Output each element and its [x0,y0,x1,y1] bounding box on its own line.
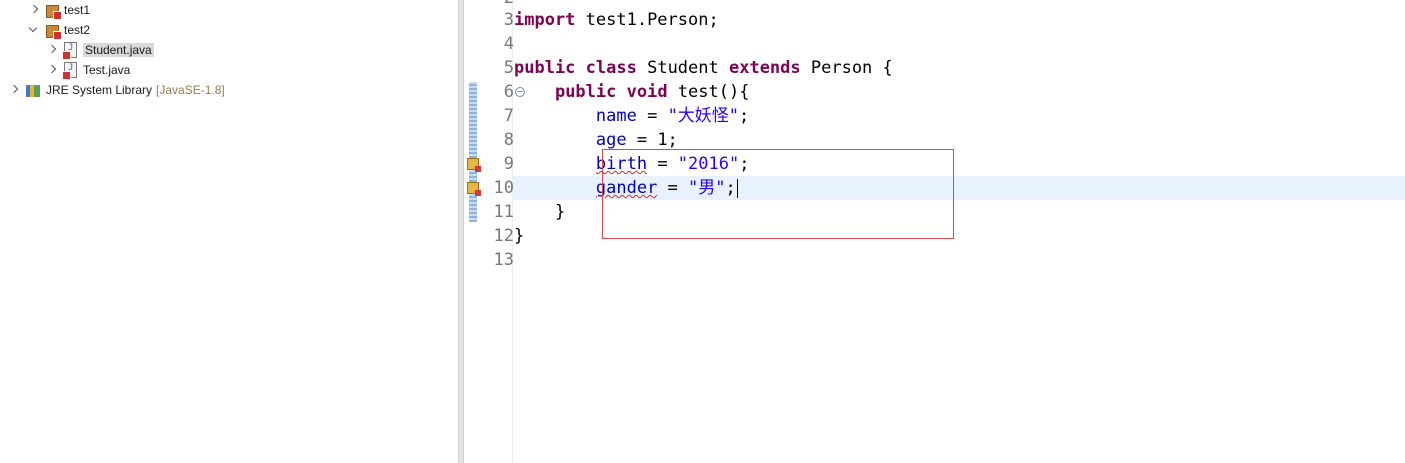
code-line-6: public void test(){ [514,80,750,104]
code-text: = [636,106,668,126]
chevron-right-icon[interactable] [46,44,58,56]
string-literal: "2016" [677,154,740,174]
line-number: 5 [503,58,514,78]
keyword: public [514,58,576,78]
string-literal: "男" [688,178,726,198]
library-icon [26,85,40,97]
line-number: 6 [503,82,514,102]
keyword: extends [728,58,801,78]
code-text: test(){ [667,82,750,102]
tree-item-label: Test.java [83,63,131,77]
line-number: 10 [493,178,514,198]
chevron-down-icon[interactable] [28,24,40,36]
chevron-right-icon[interactable] [28,4,40,16]
tree-item-test1[interactable]: test1 [28,0,90,20]
code-line-12: } [514,224,524,248]
code-text: test1.Person; [575,10,719,30]
line-number: 7 [503,106,514,126]
field-reference: age [595,130,627,150]
error-field-reference[interactable]: birth [596,154,647,174]
code-text: ; [739,106,750,126]
tree-item-test2[interactable]: test2 [28,20,90,40]
package-error-icon [46,24,62,40]
field-reference: name [595,106,637,126]
keyword: public [554,82,617,102]
java-file-error-icon [62,62,77,80]
code-text: ; [725,178,736,198]
line-number: 3 [503,10,514,30]
code-text: } [514,226,525,246]
code-text: Student [636,58,729,78]
java-editor[interactable]: 2 3 4 5 6 7 8 9 10 11 12 13 − import tes… [464,0,1405,463]
code-text: = [657,178,689,198]
keyword: void [626,82,668,102]
code-line-5: public class Student extends Person { [514,56,893,80]
line-number: 9 [503,154,514,174]
code-line-3: import test1.Person; [514,8,719,32]
code-text: ; [739,154,750,174]
chevron-right-icon[interactable] [46,64,58,76]
tree-item-jre-library[interactable]: JRE System Library [JavaSE-1.8] [8,80,225,100]
vertical-ruler[interactable] [464,0,481,463]
code-area[interactable]: import test1.Person; public class Studen… [513,0,1405,463]
code-line-10: gander = "男"; [514,176,739,200]
error-field-reference[interactable]: gander [596,178,657,198]
code-line-9: birth = "2016"; [514,152,750,176]
line-number: 8 [503,130,514,150]
code-line-7: name = "大妖怪"; [514,104,749,128]
line-number-ruler: 2 3 4 5 6 7 8 9 10 11 12 13 − [478,0,525,463]
chevron-right-icon[interactable] [8,84,20,96]
string-literal: "大妖怪" [667,106,740,126]
line-number: 13 [493,250,514,270]
code-text: Person { [800,58,893,78]
line-number: 11 [493,202,514,222]
keyword: class [585,58,637,78]
tree-item-student-java[interactable]: Student.java [46,40,154,60]
java-file-error-icon [62,42,77,60]
code-text: = 1; [626,130,678,150]
package-explorer: test1 test2 Student.java Test.java JRE S… [0,0,458,463]
package-error-icon [46,4,62,20]
tree-item-label: JRE System Library [46,83,153,97]
code-line-11: } [514,200,565,224]
keyword: import [514,10,576,30]
quick-diff-bar [469,82,477,222]
code-text: } [514,202,566,222]
text-caret [736,178,739,198]
tree-item-label: test2 [64,23,91,37]
code-line-8: age = 1; [514,128,678,152]
line-number: 12 [493,226,514,246]
tree-item-label: Student.java [83,43,154,57]
tree-item-decoration: [JavaSE-1.8] [156,83,225,97]
code-text: = [647,154,678,174]
tree-item-label: test1 [64,3,91,17]
line-number: 4 [503,34,514,54]
tree-item-test-java[interactable]: Test.java [46,60,130,80]
